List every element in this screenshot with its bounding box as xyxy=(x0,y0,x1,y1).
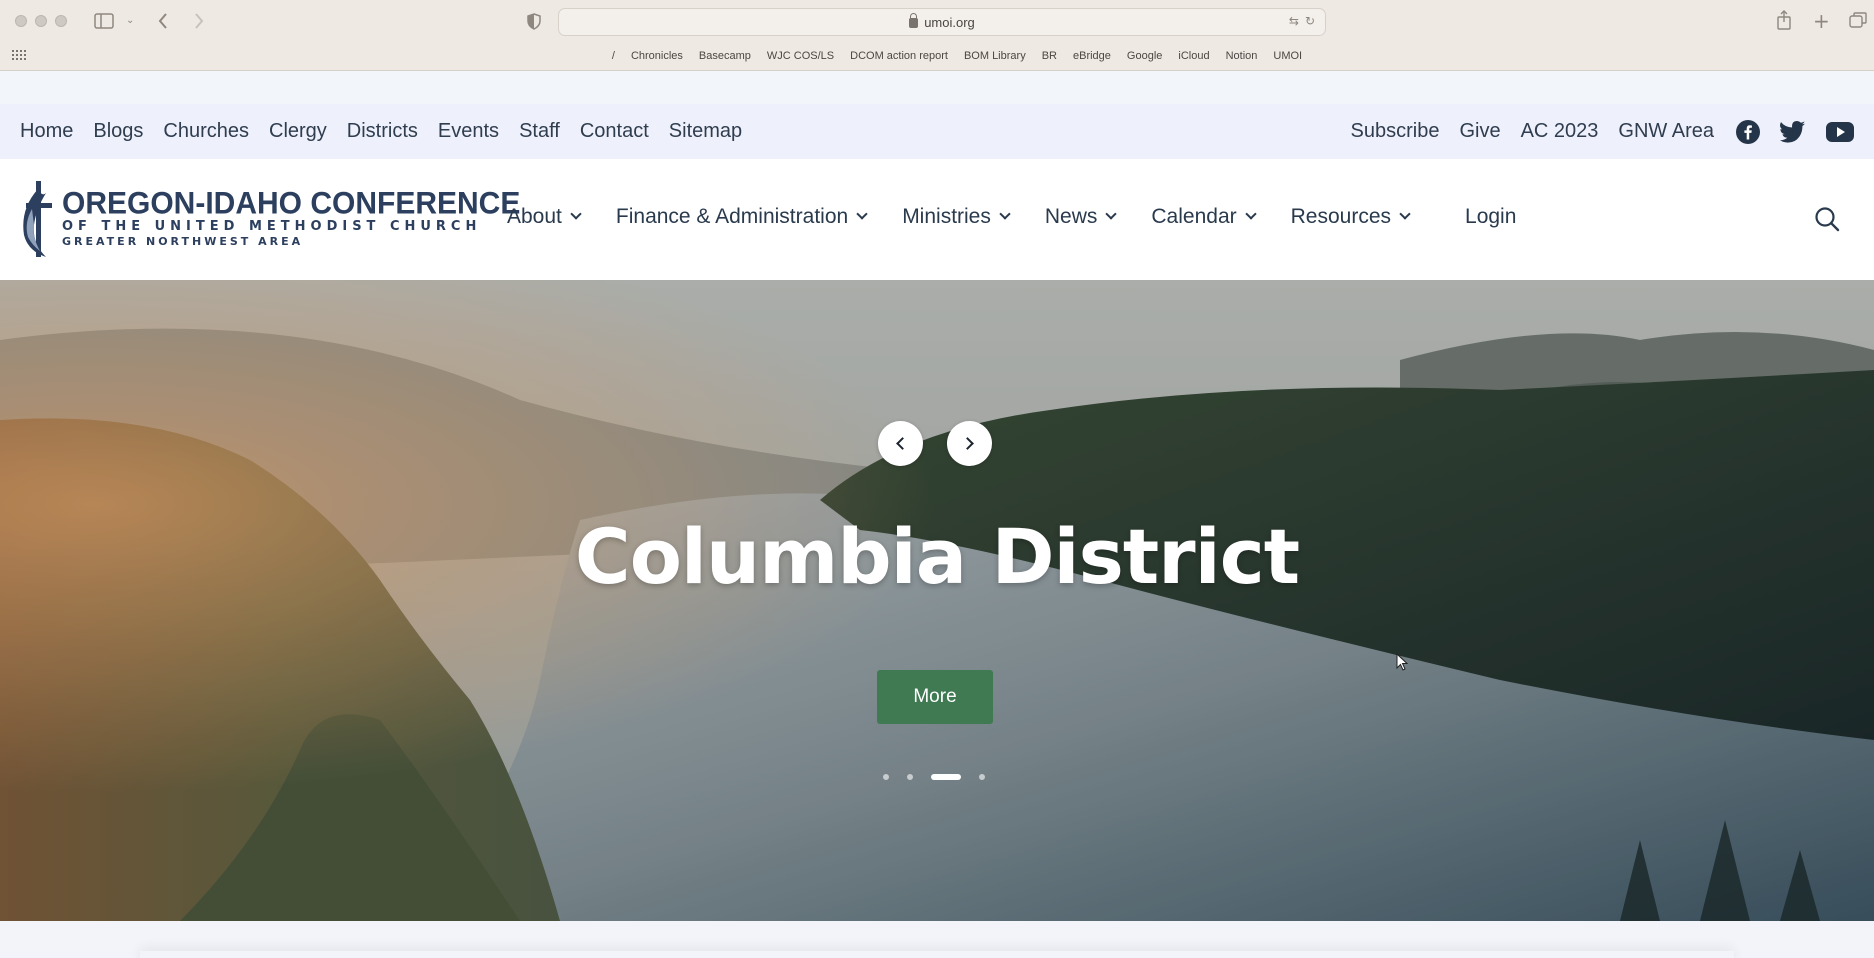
slider-pagination xyxy=(883,774,985,780)
window-controls xyxy=(15,15,67,27)
nav-finance[interactable]: Finance & Administration xyxy=(615,205,868,229)
util-link-gnw-area[interactable]: GNW Area xyxy=(1618,120,1714,143)
site-logo[interactable]: OREGON-IDAHO CONFERENCE OF THE UNITED ME… xyxy=(18,179,520,259)
nav-calendar[interactable]: Calendar xyxy=(1151,205,1257,229)
hero-slider: Columbia District More xyxy=(0,280,1874,921)
nav-news-label: News xyxy=(1044,205,1098,228)
zoom-window-button[interactable] xyxy=(55,15,67,27)
chevron-left-icon xyxy=(896,437,909,450)
login-link[interactable]: Login xyxy=(1465,205,1516,229)
nav-resources-label: Resources xyxy=(1290,205,1392,228)
chevron-right-icon xyxy=(961,437,974,450)
sidebar-toggle-icon[interactable] xyxy=(94,13,114,32)
chevron-down-icon xyxy=(1105,208,1118,220)
twitter-icon[interactable] xyxy=(1780,120,1806,143)
nav-ministries-label: Ministries xyxy=(902,205,991,228)
cross-and-flame-icon xyxy=(23,181,52,257)
util-link-clergy[interactable]: Clergy xyxy=(269,120,327,143)
site-header: OREGON-IDAHO CONFERENCE OF THE UNITED ME… xyxy=(0,159,1874,280)
youtube-icon[interactable] xyxy=(1826,121,1854,142)
translate-icon[interactable]: ⇆ xyxy=(1289,14,1299,28)
bookmarks-bar: / Chronicles Basecamp WJC COS/LS DCOM ac… xyxy=(0,47,1874,65)
address-bar[interactable]: umoi.org ⇆ ↻ xyxy=(558,8,1326,36)
back-icon[interactable] xyxy=(157,12,169,33)
minimize-window-button[interactable] xyxy=(35,15,47,27)
nav-calendar-label: Calendar xyxy=(1151,205,1237,228)
logo-line-2: OF THE UNITED METHODIST CHURCH xyxy=(62,219,482,234)
logo-line-1: OREGON-IDAHO CONFERENCE xyxy=(62,186,521,221)
util-link-churches[interactable]: Churches xyxy=(163,120,249,143)
main-nav: About Finance & Administration Ministrie… xyxy=(507,205,1516,229)
util-link-contact[interactable]: Contact xyxy=(580,120,649,143)
bookmark-item[interactable]: iCloud xyxy=(1178,50,1209,62)
bookmark-item[interactable]: Google xyxy=(1127,50,1162,62)
bookmark-item[interactable]: eBridge xyxy=(1073,50,1111,62)
address-url: umoi.org xyxy=(924,14,975,30)
chevron-down-icon xyxy=(1399,208,1411,220)
slider-prev-button[interactable] xyxy=(878,421,923,466)
facebook-icon[interactable] xyxy=(1736,119,1760,144)
util-link-give[interactable]: Give xyxy=(1459,120,1500,143)
browser-toolbar: ⌄ umoi.org ⇆ ↻ + / Chronicles Basecamp W… xyxy=(0,0,1874,71)
bookmark-item[interactable]: / xyxy=(612,50,615,62)
chevron-down-icon[interactable]: ⌄ xyxy=(126,16,134,26)
chevron-down-icon xyxy=(999,208,1011,220)
tab-overview-icon[interactable] xyxy=(1849,12,1867,31)
bookmark-item[interactable]: Basecamp xyxy=(699,50,751,62)
bookmark-item[interactable]: UMOI xyxy=(1273,50,1302,62)
content-card xyxy=(140,951,1734,958)
utility-nav: Home Blogs Churches Clergy Districts Eve… xyxy=(0,104,1874,159)
nav-about-label: About xyxy=(507,205,562,228)
hero-title: Columbia District xyxy=(574,512,1300,601)
new-tab-icon[interactable]: + xyxy=(1813,11,1830,31)
bookmark-item[interactable]: BR xyxy=(1042,50,1057,62)
hero-more-button[interactable]: More xyxy=(877,670,993,724)
chevron-down-icon xyxy=(856,208,868,220)
slider-next-button[interactable] xyxy=(947,421,992,466)
nav-news[interactable]: News xyxy=(1044,205,1118,229)
slider-dot-active[interactable] xyxy=(931,774,961,780)
slider-dot[interactable] xyxy=(883,774,889,780)
util-link-blogs[interactable]: Blogs xyxy=(93,120,143,143)
search-icon[interactable] xyxy=(1814,206,1840,237)
nav-resources[interactable]: Resources xyxy=(1290,205,1411,229)
mouse-cursor-icon xyxy=(1396,652,1409,676)
nav-ministries[interactable]: Ministries xyxy=(902,205,1011,229)
share-icon[interactable] xyxy=(1776,10,1792,33)
util-link-subscribe[interactable]: Subscribe xyxy=(1351,120,1440,143)
util-link-districts[interactable]: Districts xyxy=(347,120,418,143)
util-link-staff[interactable]: Staff xyxy=(519,120,560,143)
util-link-sitemap[interactable]: Sitemap xyxy=(669,120,742,143)
util-link-ac2023[interactable]: AC 2023 xyxy=(1521,120,1599,143)
privacy-shield-icon[interactable] xyxy=(527,13,541,33)
chevron-down-icon xyxy=(570,208,582,220)
bookmark-item[interactable]: BOM Library xyxy=(964,50,1026,62)
bookmark-item[interactable]: WJC COS/LS xyxy=(767,50,834,62)
close-window-button[interactable] xyxy=(15,15,27,27)
slider-dot[interactable] xyxy=(907,774,913,780)
content-area xyxy=(0,921,1874,958)
util-link-events[interactable]: Events xyxy=(438,120,499,143)
logo-line-3: GREATER NORTHWEST AREA xyxy=(62,235,304,248)
bookmark-item[interactable]: Notion xyxy=(1226,50,1258,62)
slider-dot[interactable] xyxy=(979,774,985,780)
lock-icon xyxy=(909,13,919,28)
chevron-down-icon xyxy=(1244,208,1257,220)
nav-finance-label: Finance & Administration xyxy=(615,205,849,228)
bookmark-item[interactable]: DCOM action report xyxy=(850,50,948,62)
bookmark-item[interactable]: Chronicles xyxy=(631,50,683,62)
forward-icon[interactable] xyxy=(193,12,205,33)
util-link-home[interactable]: Home xyxy=(20,120,73,143)
nav-about[interactable]: About xyxy=(507,205,582,229)
reload-icon[interactable]: ↻ xyxy=(1305,14,1315,28)
